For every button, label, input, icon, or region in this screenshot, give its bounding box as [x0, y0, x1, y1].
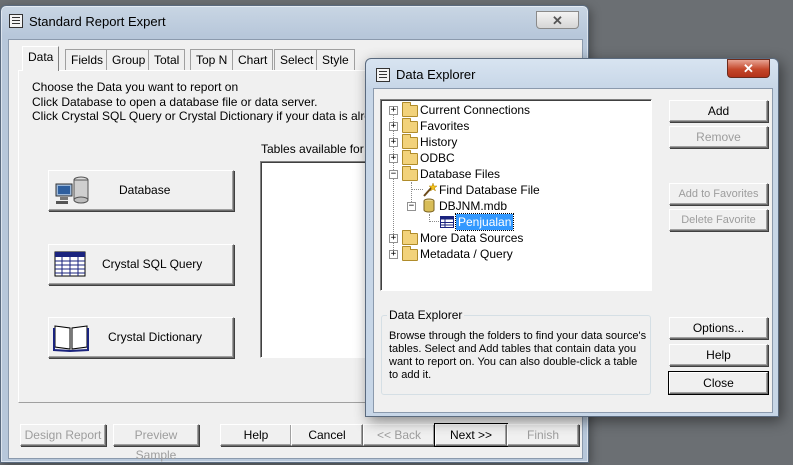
remove-button[interactable]: Remove	[669, 126, 768, 148]
help-button[interactable]: Help	[669, 344, 768, 366]
folder-icon	[402, 150, 418, 165]
tree-item-label: History	[420, 135, 458, 149]
info-line-4: to add it.	[389, 369, 432, 381]
tab-fields[interactable]: Fields	[65, 49, 110, 70]
tree-item-label: Find Database File	[439, 183, 540, 197]
tree-item-label: Metadata / Query	[420, 247, 513, 261]
database-cylinder-icon	[423, 198, 435, 213]
close-icon[interactable]: ✕	[536, 11, 579, 29]
dictionary-book-icon	[53, 325, 89, 352]
database-server-icon	[55, 176, 89, 204]
instruction-line-1: Choose the Data you want to report on	[32, 80, 239, 94]
tree-item-label: More Data Sources	[420, 231, 524, 245]
tab-label: Total	[154, 53, 180, 67]
tab-label: Select	[280, 53, 314, 67]
expand-plus-icon[interactable]: +	[389, 138, 398, 147]
close-button[interactable]: Close	[668, 371, 769, 395]
database-button-label: Database	[119, 183, 171, 197]
tab-label: Group	[112, 53, 146, 67]
cancel-button[interactable]: Cancel	[291, 424, 363, 446]
options-button[interactable]: Options...	[669, 317, 768, 339]
help-button[interactable]: Help	[220, 424, 292, 446]
data-explorer-titlebar[interactable]: Data Explorer	[366, 59, 778, 89]
expand-plus-icon[interactable]: +	[389, 122, 398, 131]
instruction-line-3: Click Crystal SQL Query or Crystal Dicti…	[32, 109, 420, 123]
tab-label: Data	[28, 50, 54, 64]
tab-total[interactable]: Total	[148, 49, 186, 70]
tab-chart[interactable]: Chart	[232, 49, 274, 70]
next-button[interactable]: Next >>	[434, 423, 508, 447]
tab-data[interactable]: Data	[22, 46, 60, 71]
collapse-minus-icon[interactable]: −	[389, 170, 398, 179]
design-report-button[interactable]: Design Report	[20, 424, 106, 446]
data-explorer-title: Data Explorer	[396, 67, 476, 82]
data-explorer-info-group	[381, 315, 651, 395]
tab-select[interactable]: Select	[274, 49, 320, 70]
collapse-minus-icon[interactable]: −	[407, 202, 416, 211]
instruction-line-2: Click Database to open a database file o…	[32, 95, 318, 109]
expand-plus-icon[interactable]: +	[389, 106, 398, 115]
tab-top-n[interactable]: Top N	[190, 49, 234, 70]
info-line-2: tables. Select and Add tables that conta…	[389, 343, 637, 355]
close-icon[interactable]: ✕	[727, 59, 770, 78]
database-button[interactable]: Database	[48, 170, 234, 211]
report-expert-app-icon	[9, 14, 23, 28]
folder-icon	[402, 118, 418, 133]
table-icon	[440, 216, 454, 228]
report-expert-titlebar[interactable]: Standard Report Expert	[1, 6, 588, 36]
preview-sample-button[interactable]: Preview Sample	[113, 424, 199, 462]
tree-item-label: DBJNM.mdb	[439, 199, 508, 213]
tree-item-label: Database Files	[420, 167, 501, 181]
add-button[interactable]: Add	[669, 100, 768, 122]
finish-button[interactable]: Finish	[507, 424, 579, 446]
info-group-title: Data Explorer	[387, 308, 465, 322]
crystal-dictionary-label: Crystal Dictionary	[108, 330, 203, 344]
delete-favorite-button[interactable]: Delete Favorite	[669, 209, 768, 231]
report-expert-title: Standard Report Expert	[29, 14, 166, 29]
expand-plus-icon[interactable]: +	[389, 154, 398, 163]
data-source-tree[interactable]: + Current Connections + Favorites + Hist…	[380, 99, 652, 291]
tab-label: Chart	[238, 53, 268, 67]
info-line-3: want to report on. You can also double-c…	[389, 356, 638, 368]
tree-item-label: Current Connections	[420, 103, 531, 117]
tree-item-label: Favorites	[420, 119, 470, 133]
tab-label: Top N	[196, 53, 228, 67]
folder-icon	[402, 102, 418, 117]
folder-icon	[402, 246, 418, 261]
add-to-favorites-button[interactable]: Add to Favorites	[669, 183, 768, 205]
tab-group[interactable]: Group	[106, 49, 152, 70]
folder-icon	[402, 230, 418, 245]
data-explorer-app-icon	[376, 68, 390, 82]
crystal-sql-query-button[interactable]: Crystal SQL Query	[48, 244, 234, 285]
sql-query-grid-icon	[54, 251, 86, 277]
tab-label: Style	[322, 53, 349, 67]
tree-item-label: ODBC	[420, 151, 455, 165]
tree-item-label-selected: Penjualan	[454, 213, 515, 231]
tab-style[interactable]: Style	[316, 49, 355, 70]
back-button[interactable]: << Back	[363, 424, 435, 446]
crystal-sql-query-label: Crystal SQL Query	[102, 257, 203, 271]
tables-list[interactable]	[260, 161, 370, 358]
wizard-wand-icon	[423, 182, 437, 197]
crystal-dictionary-button[interactable]: Crystal Dictionary	[48, 317, 234, 358]
expand-plus-icon[interactable]: +	[389, 234, 398, 243]
expand-plus-icon[interactable]: +	[389, 250, 398, 259]
tab-label: Fields	[71, 53, 104, 67]
open-folder-icon	[402, 166, 418, 181]
info-line-1: Browse through the folders to find your …	[389, 330, 647, 342]
tree-line	[429, 221, 439, 222]
folder-icon	[402, 134, 418, 149]
